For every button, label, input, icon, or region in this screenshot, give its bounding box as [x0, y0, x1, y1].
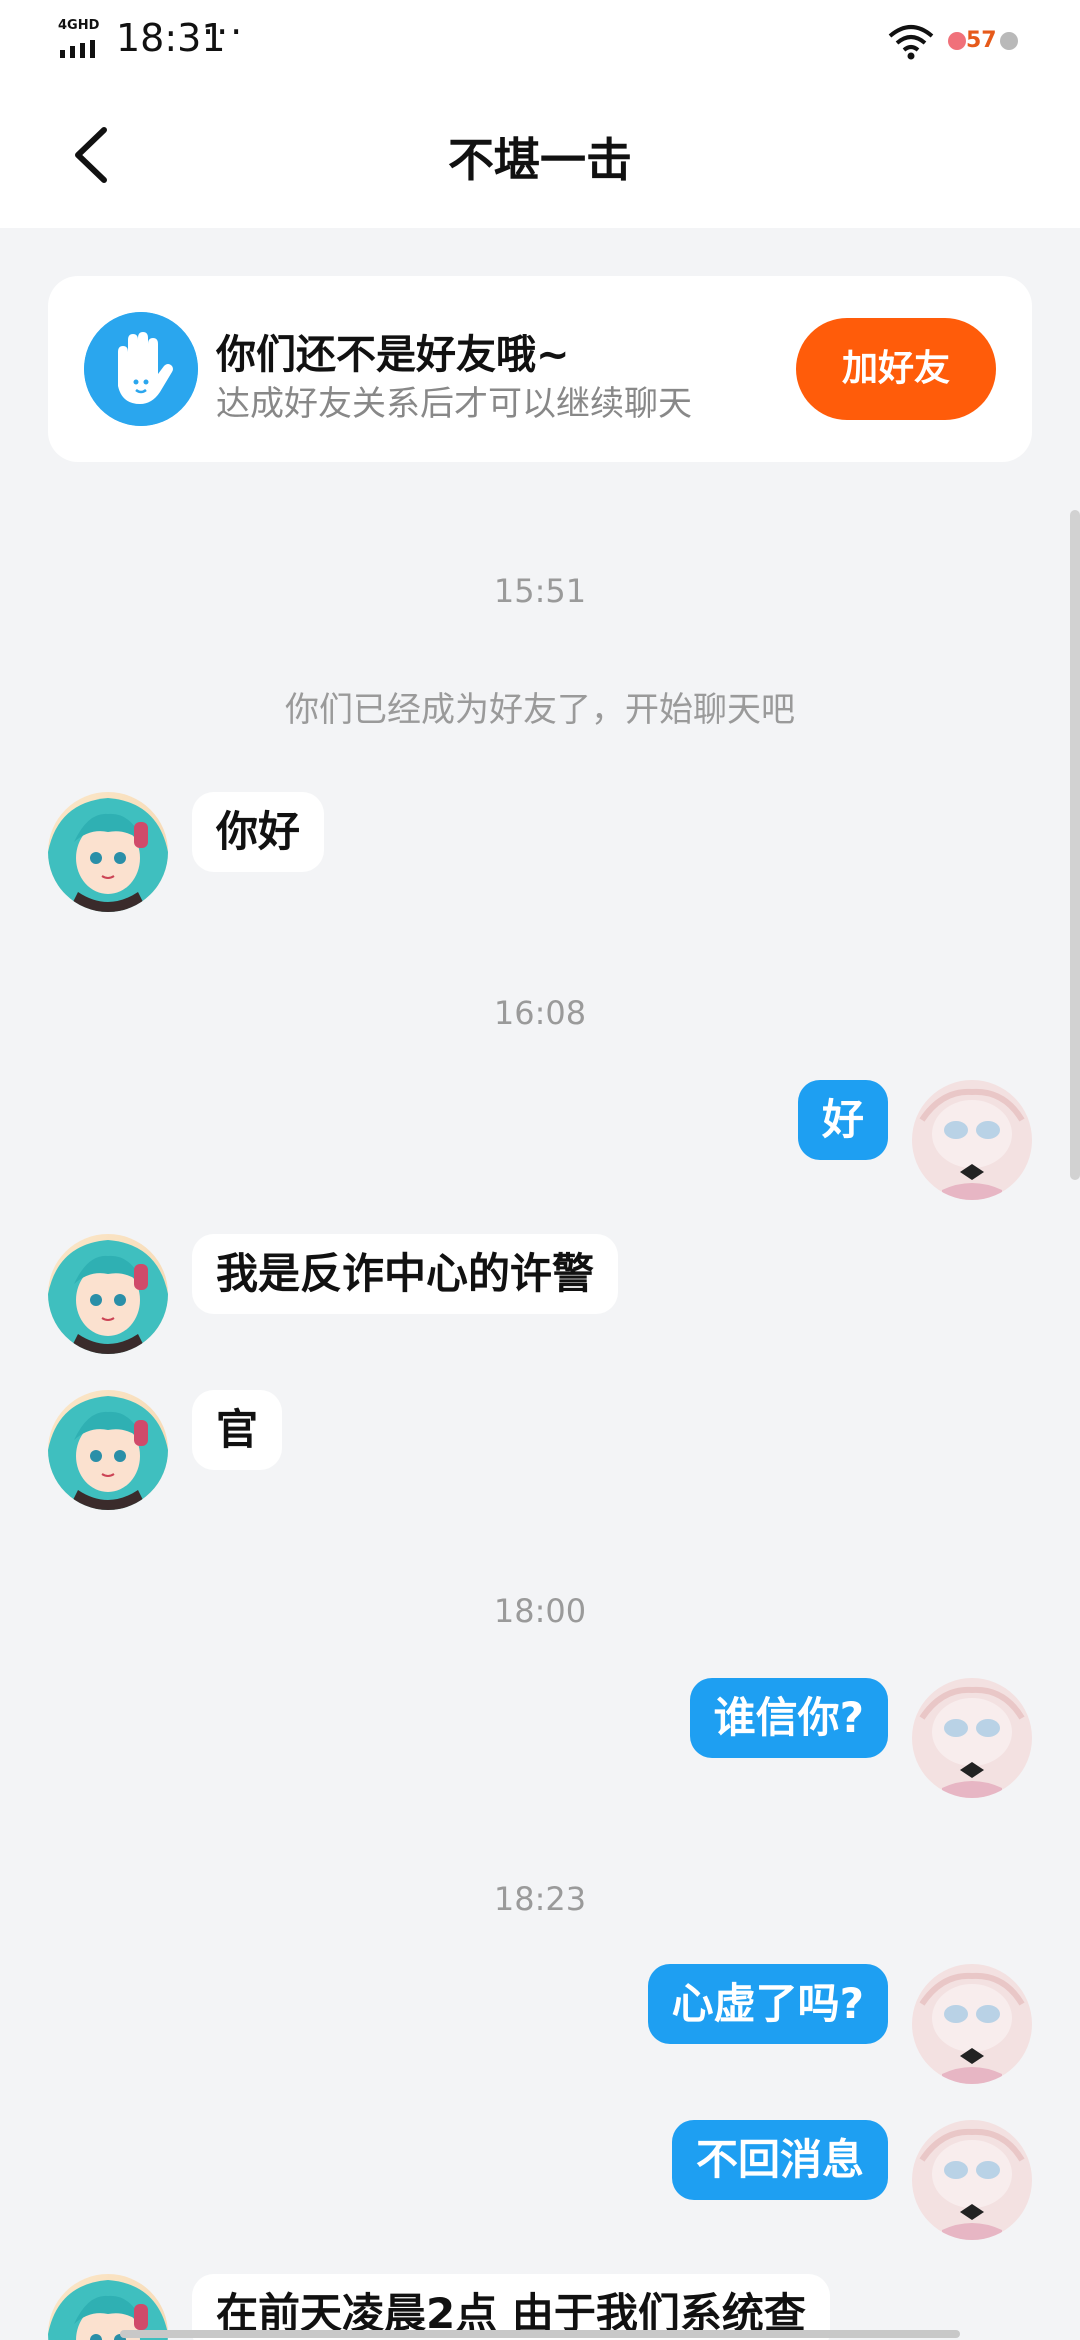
contact-avatar[interactable] — [48, 1234, 168, 1354]
contact-avatar[interactable] — [48, 1390, 168, 1510]
not-friend-title: 你们还不是好友哦~ — [216, 332, 570, 378]
my-avatar[interactable] — [912, 2120, 1032, 2240]
my-avatar[interactable] — [912, 1678, 1032, 1798]
wifi-icon — [888, 25, 934, 60]
incoming-message-bubble[interactable]: 我是反诈中心的许警 — [192, 1234, 619, 1314]
cellular-signal-icon: 4GHD — [58, 18, 108, 58]
scrollbar[interactable] — [1070, 510, 1080, 1180]
home-indicator[interactable] — [120, 2330, 960, 2338]
message-timestamp: 15:51 — [493, 572, 587, 610]
outgoing-message-bubble[interactable]: 不回消息 — [671, 2120, 888, 2200]
message-timestamp: 16:08 — [493, 994, 587, 1032]
my-avatar[interactable] — [912, 1964, 1032, 2084]
outgoing-message-bubble[interactable]: 好 — [797, 1080, 888, 1160]
add-friend-button[interactable]: 加好友 — [796, 318, 996, 420]
message-timestamp: 18:23 — [493, 1880, 587, 1918]
status-bar: 4GHD 18:31 ··· 57 — [0, 0, 1080, 82]
incoming-message-bubble[interactable]: 官 — [192, 1390, 283, 1470]
not-friend-subtitle: 达成好友关系后才可以继续聊天 — [216, 384, 692, 424]
notification-more-icon: ··· — [202, 10, 245, 54]
my-avatar[interactable] — [912, 1080, 1032, 1200]
battery-icon: 57 — [948, 28, 1018, 56]
battery-level: 57 — [966, 28, 997, 53]
system-message: 你们已经成为好友了，开始聊天吧 — [285, 690, 795, 730]
waving-hand-icon — [84, 312, 198, 426]
network-type-label: 4GHD — [58, 18, 100, 33]
chat-title: 不堪一击 — [448, 133, 632, 187]
not-friend-banner: 你们还不是好友哦~ 达成好友关系后才可以继续聊天 加好友 — [48, 276, 1032, 462]
outgoing-message-bubble[interactable]: 心虚了吗? — [647, 1964, 888, 2044]
chat-header: 不堪一击 — [0, 82, 1080, 228]
incoming-message-bubble[interactable]: 你好 — [192, 792, 325, 872]
contact-avatar[interactable] — [48, 792, 168, 912]
message-timestamp: 18:00 — [493, 1592, 587, 1630]
outgoing-message-bubble[interactable]: 谁信你? — [689, 1678, 888, 1758]
